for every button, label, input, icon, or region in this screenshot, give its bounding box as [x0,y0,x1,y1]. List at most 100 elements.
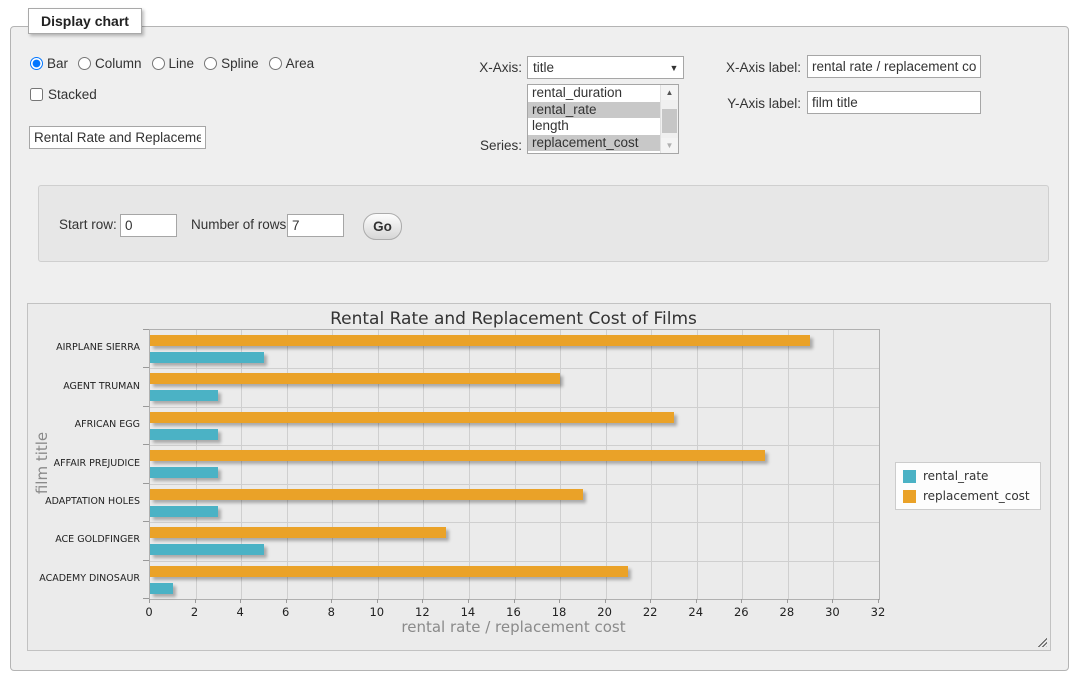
gridline [150,368,879,369]
y-axis-label-input[interactable] [807,91,981,114]
gridline [423,330,424,599]
x-tick-label: 0 [134,605,164,619]
chart-title-input[interactable] [29,126,206,149]
series-listbox[interactable]: rental_durationrental_ratelengthreplacem… [527,84,679,154]
chart-type-radio-area[interactable] [269,57,282,70]
y-tick-mark [143,329,149,330]
bar-rental_rate [150,352,264,363]
bar-replacement_cost [150,527,446,538]
x-tick-mark [286,599,287,603]
series-option-rental_rate[interactable]: rental_rate [528,102,661,119]
y-category-label: ADAPTATION HOLES [28,496,140,507]
chart-container: Rental Rate and Replacement Cost of Film… [27,303,1051,651]
chart-type-radio-group: Bar Column Line Spline Area [30,56,314,71]
chart-type-option-area[interactable]: Area [269,56,315,71]
y-tick-mark [143,444,149,445]
plot-area [149,329,880,600]
x-axis-label-field-label: X-Axis label: [726,60,801,75]
series-option-rental_duration[interactable]: rental_duration [528,85,661,102]
stacked-checkbox[interactable] [30,88,43,101]
series-listbox-scrollbar[interactable]: ▲ ▼ [660,85,678,153]
bar-rental_rate [150,429,218,440]
chart-type-option-spline[interactable]: Spline [204,56,259,71]
go-button[interactable]: Go [363,213,402,240]
chart-type-radio-label: Area [286,56,315,71]
bar-rental_rate [150,390,218,401]
bar-replacement_cost [150,566,628,577]
x-tick-mark [832,599,833,603]
y-category-label: AGENT TRUMAN [28,381,140,392]
bar-rental_rate [150,583,173,594]
bar-rental_rate [150,467,218,478]
gridline [196,330,197,599]
x-tick-label: 14 [453,605,483,619]
x-tick-label: 24 [681,605,711,619]
x-tick-mark [559,599,560,603]
series-listbox-options: rental_durationrental_ratelengthreplacem… [528,85,661,153]
y-tick-mark [143,560,149,561]
bar-rental_rate [150,506,218,517]
legend-label: rental_rate [923,469,988,483]
chart-type-radio-bar[interactable] [30,57,43,70]
x-tick-mark [331,599,332,603]
chart-type-radio-line[interactable] [152,57,165,70]
x-tick-label: 22 [635,605,665,619]
scrollbar-thumb[interactable] [662,109,677,133]
number-of-rows-input[interactable] [287,214,344,237]
gridline [150,484,879,485]
start-row-input[interactable] [120,214,177,237]
scroll-up-icon[interactable]: ▲ [661,85,678,100]
x-tick-label: 20 [590,605,620,619]
x-axis-label-input[interactable] [807,55,981,78]
x-tick-mark [741,599,742,603]
chart-type-option-line[interactable]: Line [152,56,195,71]
gridline [515,330,516,599]
gridline [651,330,652,599]
chart-type-radio-label: Bar [47,56,68,71]
page: Display chart BarColumnLineSplineArea St… [0,0,1081,681]
y-axis-label-field-label: Y-Axis label: [727,96,801,111]
x-tick-label: 18 [544,605,574,619]
chart-type-radio-label: Line [169,56,195,71]
legend-swatch-icon [903,490,916,503]
chart-type-radio-column[interactable] [78,57,91,70]
x-tick-mark [377,599,378,603]
y-tick-mark [143,406,149,407]
gridline [150,407,879,408]
gridline [606,330,607,599]
x-tick-label: 30 [817,605,847,619]
scroll-down-icon[interactable]: ▼ [661,138,678,153]
x-tick-mark [149,599,150,603]
stacked-checkbox-row[interactable]: Stacked [30,87,97,102]
legend-entry-rental_rate: rental_rate [903,469,1030,483]
series-option-length[interactable]: length [528,118,661,135]
stacked-label: Stacked [48,87,97,102]
x-tick-label: 2 [180,605,210,619]
chart-type-option-column[interactable]: Column [78,56,142,71]
chart-type-option-bar[interactable]: Bar [30,56,68,71]
x-axis-select[interactable]: title ▼ [527,56,684,79]
series-option-replacement_cost[interactable]: replacement_cost [528,135,661,152]
y-category-label: ACADEMY DINOSAUR [28,573,140,584]
x-tick-mark [696,599,697,603]
x-tick-label: 12 [407,605,437,619]
y-category-label: AFRICAN EGG [28,419,140,430]
y-tick-mark [143,598,149,599]
bar-replacement_cost [150,489,583,500]
x-tick-mark [787,599,788,603]
gridline [560,330,561,599]
gridline [332,330,333,599]
y-tick-mark [143,483,149,484]
x-axis-select-value: title [528,60,665,75]
chart-type-radio-spline[interactable] [204,57,217,70]
chart-type-radio-label: Spline [221,56,259,71]
y-category-label: AFFAIR PREJUDICE [28,458,140,469]
gridline [287,330,288,599]
resize-handle-icon[interactable] [1036,636,1047,647]
chevron-down-icon: ▼ [665,63,683,73]
x-tick-mark [468,599,469,603]
bar-replacement_cost [150,373,560,384]
x-axis-title: rental rate / replacement cost [149,618,878,636]
x-tick-mark [240,599,241,603]
y-category-label: ACE GOLDFINGER [28,534,140,545]
